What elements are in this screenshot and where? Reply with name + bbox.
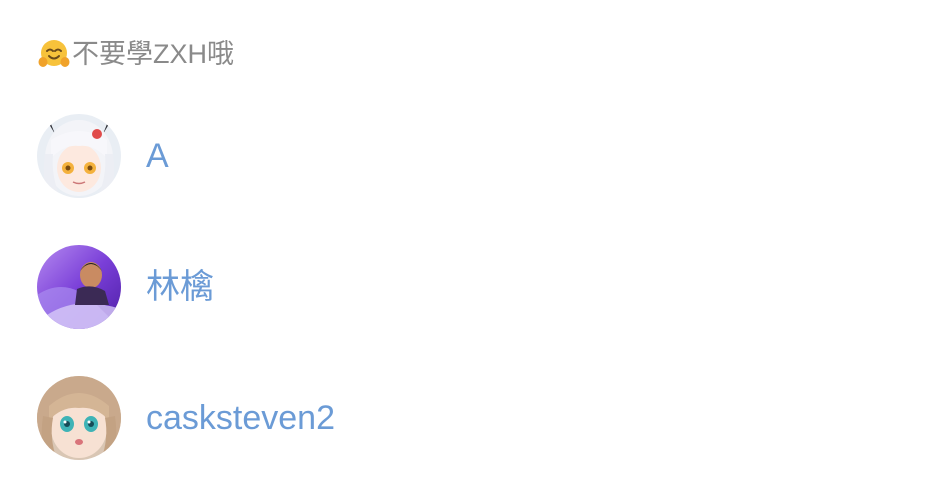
list-item[interactable]: A (37, 114, 897, 198)
hugging-face-icon (38, 38, 70, 70)
anime-girl-white-hair-avatar (37, 114, 121, 198)
anime-girl-blonde-avatar (37, 376, 121, 460)
list-item[interactable]: 林檎 (37, 245, 897, 329)
list-item[interactable]: casksteven2 (37, 376, 897, 460)
group-title: 不要學ZXH哦 (72, 39, 234, 69)
list-header: 不要學ZXH哦 (38, 36, 234, 72)
avatar[interactable] (37, 245, 121, 329)
user-name-link[interactable]: 林檎 (146, 267, 214, 307)
man-portrait-purple-avatar (37, 245, 121, 329)
user-list: A 林檎 casksteven2 (37, 114, 897, 489)
user-name-link[interactable]: casksteven2 (146, 398, 335, 438)
avatar[interactable] (37, 376, 121, 460)
user-name-link[interactable]: A (146, 136, 169, 176)
avatar[interactable] (37, 114, 121, 198)
user-list-page: 不要學ZXH哦 A 林檎 casksteven2 (0, 0, 935, 489)
